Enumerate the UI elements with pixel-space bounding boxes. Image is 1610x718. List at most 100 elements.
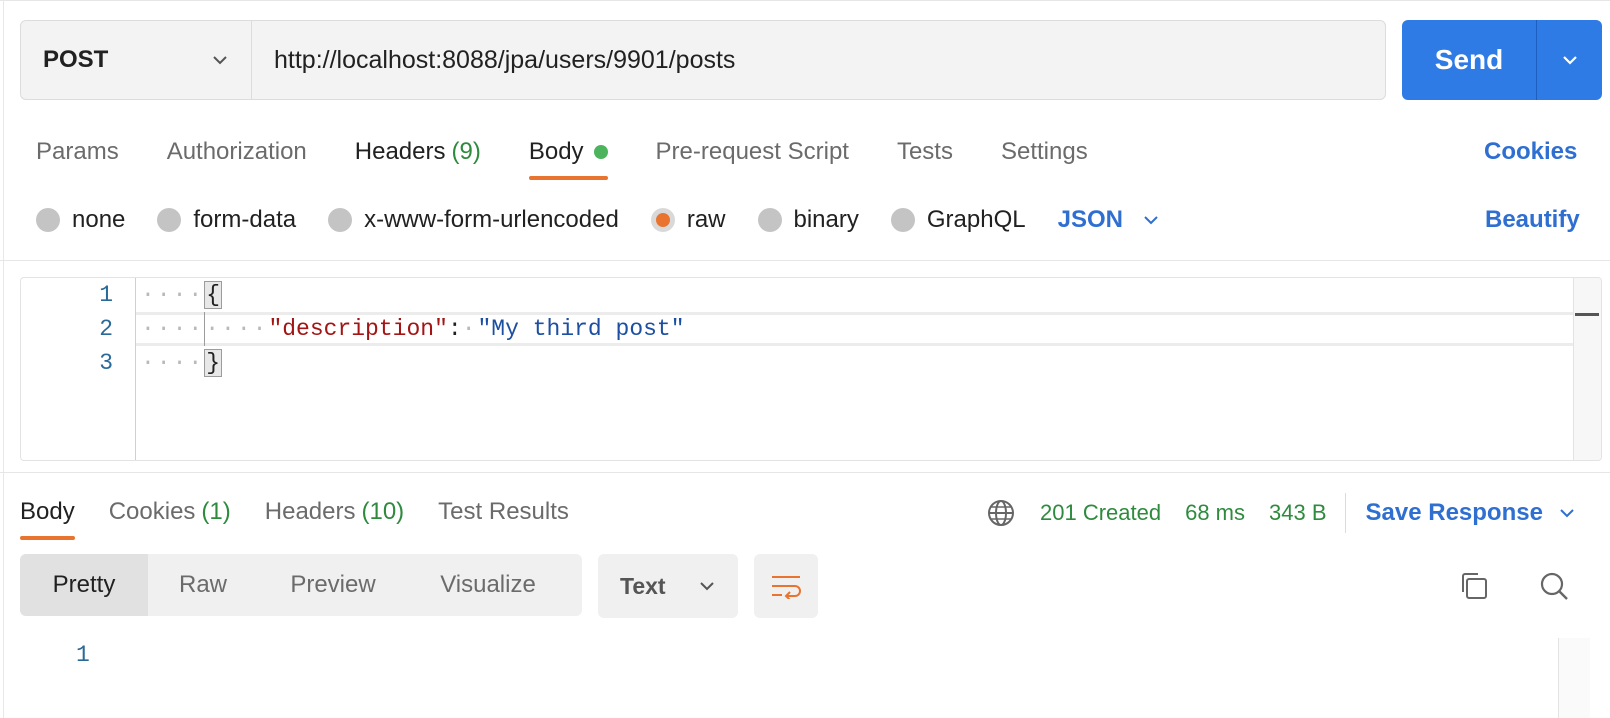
left-border (3, 0, 4, 718)
tab-params[interactable]: Params (36, 128, 119, 176)
format-label: Text (620, 572, 666, 599)
tab-tests[interactable]: Tests (897, 128, 953, 176)
wrap-lines-button[interactable] (754, 554, 818, 618)
wrap-lines-icon (772, 576, 801, 599)
body-language-select[interactable]: JSON (1058, 206, 1161, 234)
whitespace-dot: · (461, 316, 478, 342)
status-code[interactable]: 201 Created (1040, 500, 1161, 526)
cookies-count: (1) (201, 498, 231, 525)
json-value: "My third post" (477, 316, 685, 342)
tab-body[interactable]: Body (528, 128, 608, 180)
line-number: 1 (99, 282, 113, 308)
tab-authorization[interactable]: Authorization (167, 128, 307, 176)
send-dropdown-button[interactable] (1537, 20, 1602, 100)
response-status-bar: 201 Created 68 ms 343 B Save Response (986, 490, 1577, 536)
tab-headers[interactable]: Headers (9) (355, 128, 481, 176)
section-divider (0, 260, 1610, 261)
response-scrollbar[interactable] (1558, 638, 1590, 718)
tab-label: Body (20, 498, 75, 525)
whitespace-dots: ···· (141, 316, 205, 342)
body-type-options: none form-data x-www-form-urlencoded raw… (36, 200, 1161, 240)
radio-label: x-www-form-urlencoded (364, 206, 619, 233)
view-mode-raw[interactable]: Raw (148, 554, 258, 616)
chevron-down-icon (700, 582, 714, 591)
line-gutter: 1 2 3 (21, 278, 136, 460)
request-tabs: Params Authorization Headers (9) Body Pre… (36, 128, 1136, 180)
tab-label: Settings (1000, 138, 1088, 165)
search-button[interactable] (1536, 568, 1572, 604)
chevron-down-icon (1560, 509, 1574, 518)
line-number: 3 (99, 350, 113, 376)
radio-binary[interactable]: binary (757, 206, 859, 234)
radio-label: binary (793, 206, 859, 233)
send-button-group: Send (1402, 20, 1602, 100)
request-body-editor[interactable]: 1 2 3 ····{ ···· ···· "description": · "My t… (20, 277, 1602, 461)
status-separator (1344, 493, 1346, 533)
response-body-viewer[interactable]: 1 (20, 638, 1610, 718)
url-bar: POST http://localhost:8088/jpa/users/990… (20, 20, 1386, 100)
tab-settings[interactable]: Settings (1001, 128, 1088, 176)
chevron-down-icon (213, 56, 227, 65)
tab-label: Tests (896, 138, 953, 165)
copy-button[interactable] (1456, 568, 1492, 604)
copy-icon (1462, 573, 1487, 599)
radio-label: raw (686, 206, 726, 233)
tab-label: Params (36, 138, 119, 165)
save-response-button[interactable]: Save Response (1366, 499, 1577, 527)
response-tab-cookies[interactable]: Cookies (1) (109, 488, 231, 536)
response-format-select[interactable]: Text (598, 554, 738, 618)
scrollbar-marker (1575, 313, 1599, 316)
tab-label: Pre-request Script (655, 138, 849, 165)
line-number: 1 (76, 642, 90, 668)
response-view-mode-group: Pretty Raw Preview Visualize (20, 554, 582, 616)
send-button[interactable]: Send (1402, 20, 1537, 100)
radio-x-www-form-urlencoded[interactable]: x-www-form-urlencoded (328, 206, 619, 234)
response-tab-headers[interactable]: Headers (10) (265, 488, 404, 536)
response-time[interactable]: 68 ms (1185, 500, 1245, 526)
radio-circle-selected (650, 208, 675, 232)
method-select[interactable]: POST (21, 21, 252, 99)
radio-form-data[interactable]: form-data (157, 206, 296, 234)
search-icon (1540, 572, 1568, 600)
url-input[interactable]: http://localhost:8088/jpa/users/9901/pos… (252, 21, 1385, 99)
beautify-button[interactable]: Beautify (1485, 200, 1580, 240)
headers-count: (10) (361, 498, 405, 525)
code-line: ····{ (141, 278, 1571, 312)
method-label: POST (43, 46, 109, 73)
headers-count: (9) (451, 138, 481, 165)
tab-label: Cookies (108, 498, 196, 525)
top-border (0, 0, 1610, 4)
radio-none[interactable]: none (36, 206, 125, 234)
code-line: ····} (141, 346, 1571, 380)
close-brace: } (204, 349, 223, 377)
cookies-link[interactable]: Cookies (1484, 130, 1577, 174)
tab-label: Headers (264, 498, 356, 525)
radio-label: form-data (193, 206, 297, 233)
radio-circle (757, 208, 782, 232)
response-size[interactable]: 343 B (1269, 500, 1327, 526)
json-colon: : (447, 316, 462, 342)
radio-graphql[interactable]: GraphQL (890, 206, 1026, 234)
tab-label: Authorization (166, 138, 307, 165)
radio-raw[interactable]: raw (650, 206, 726, 234)
view-mode-preview[interactable]: Preview (258, 554, 408, 616)
whitespace-dots: ···· (141, 350, 205, 376)
tab-pre-request-script[interactable]: Pre-request Script (656, 128, 849, 176)
globe-icon[interactable] (986, 498, 1016, 528)
tab-label: Headers (354, 138, 446, 165)
view-mode-visualize[interactable]: Visualize (408, 554, 568, 616)
radio-label: GraphQL (926, 206, 1026, 233)
editor-scrollbar[interactable] (1573, 278, 1601, 460)
response-tabs: Body Cookies (1) Headers (10) Test Results (20, 488, 603, 540)
response-tab-test-results[interactable]: Test Results (438, 488, 569, 536)
code-line-current: ···· ···· "description": · "My third post" (136, 312, 1601, 346)
radio-circle (157, 208, 182, 232)
section-divider (0, 472, 1610, 473)
json-key: "description" (268, 316, 448, 342)
radio-circle (36, 208, 60, 232)
line-number: 2 (99, 316, 113, 342)
chevron-down-icon (1562, 56, 1577, 65)
response-tab-body[interactable]: Body (20, 488, 75, 540)
radio-label: none (72, 206, 126, 233)
view-mode-pretty[interactable]: Pretty (20, 554, 148, 616)
